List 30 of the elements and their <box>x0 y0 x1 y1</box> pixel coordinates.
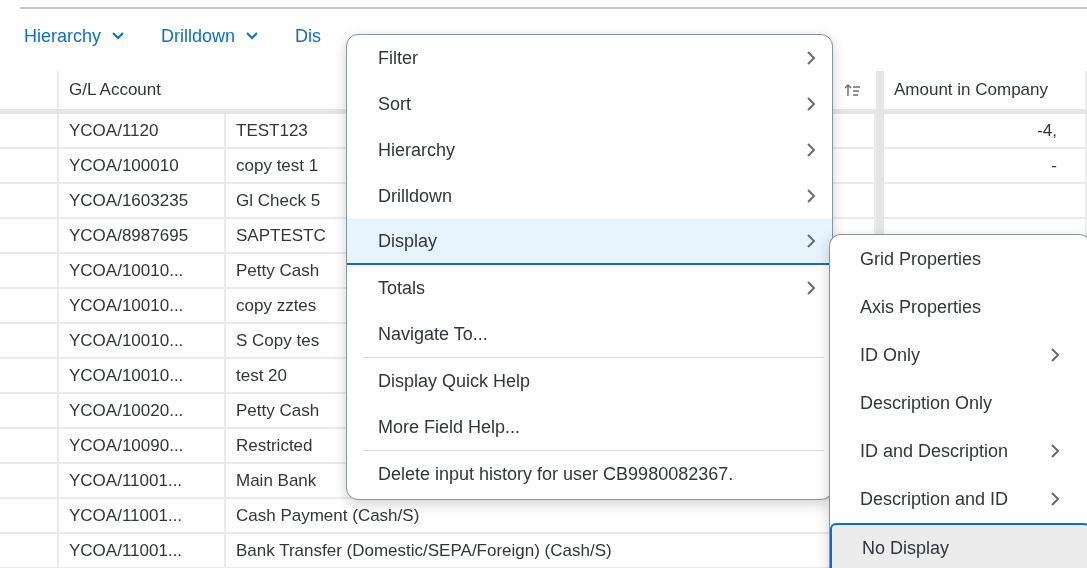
table-cell: YCOA/11001... <box>59 499 226 534</box>
toolbar-menu-button[interactable]: Hierarchy <box>24 25 126 47</box>
menu-item[interactable]: Description and ID <box>830 475 1087 523</box>
toolbar-menu-button[interactable]: Drilldown <box>161 25 260 47</box>
table-cell: YCOA/10090... <box>59 429 226 464</box>
table-cell: - <box>884 149 1087 184</box>
menu-item[interactable]: No Display <box>830 523 1087 568</box>
table-cell: YCOA/10010... <box>59 254 226 289</box>
table-cell: -4, <box>884 114 1087 149</box>
column-header[interactable]: Amount in Company <box>884 71 1087 109</box>
table-cell: YCOA/11001... <box>59 464 226 499</box>
menu-item[interactable]: Display <box>347 219 832 265</box>
table-cell: Bank Transfer (Domestic/SEPA/Foreign) (Cash/S) <box>226 534 822 568</box>
menu-item[interactable]: Description Only <box>830 379 1087 427</box>
menu-item[interactable]: ID and Description <box>830 427 1087 475</box>
table-cell: YCOA/1603235 <box>59 184 226 219</box>
table-cell: YCOA/10010... <box>59 289 226 324</box>
table-cell: YCOA/10010... <box>59 359 226 394</box>
table-cell: YCOA/1120 <box>59 114 226 149</box>
menu-item[interactable]: Grid Properties <box>830 235 1087 283</box>
toolbar-menu-button[interactable]: Dis <box>295 25 322 47</box>
sort-ascending-icon[interactable] <box>844 83 862 97</box>
table-cell: YCOA/11001... <box>59 534 226 568</box>
menu-item[interactable]: Axis Properties <box>830 283 1087 331</box>
table-cell: YCOA/10020... <box>59 394 226 429</box>
table-cell: YCOA/8987695 <box>59 219 226 254</box>
table-cell: YCOA/100010 <box>59 149 226 184</box>
table-cell: YCOA/10010... <box>59 324 226 359</box>
menu-item[interactable]: Filter <box>347 35 832 81</box>
menu-item[interactable]: ID Only <box>830 331 1087 379</box>
